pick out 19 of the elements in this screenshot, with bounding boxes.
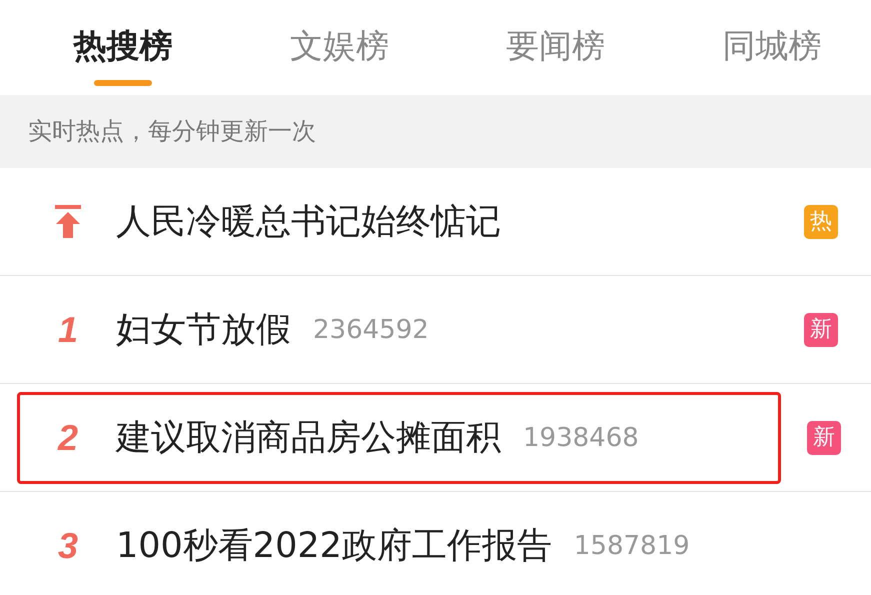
rank-number: 2 <box>58 416 78 458</box>
rank-number: 3 <box>58 524 78 566</box>
hot-count: 1938468 <box>523 422 639 452</box>
rank-number: 1 <box>58 308 78 350</box>
tag-badge: 新 <box>804 312 838 346</box>
hot-count: 2364592 <box>313 314 429 344</box>
notice-banner: 实时热点，每分钟更新一次 <box>0 95 871 168</box>
tab[interactable]: 同城榜 <box>696 0 847 95</box>
tab[interactable]: 要闻榜 <box>480 0 631 95</box>
topic-link[interactable]: 人民冷暖总书记始终惦记 <box>116 198 501 245</box>
pin-top-icon <box>55 204 81 238</box>
tab[interactable]: 文娱榜 <box>264 0 414 95</box>
topic-link[interactable]: 妇女节放假 <box>116 306 291 353</box>
topic-link[interactable]: 建议取消商品房公摊面积 <box>116 414 501 461</box>
hot-count: 1587819 <box>574 530 690 560</box>
tag-badge: 新 <box>807 420 841 454</box>
tag-badge: 热 <box>804 204 838 238</box>
tab[interactable]: 热搜榜 <box>48 0 198 95</box>
topic-link[interactable]: 100秒看2022政府工作报告 <box>116 522 552 569</box>
